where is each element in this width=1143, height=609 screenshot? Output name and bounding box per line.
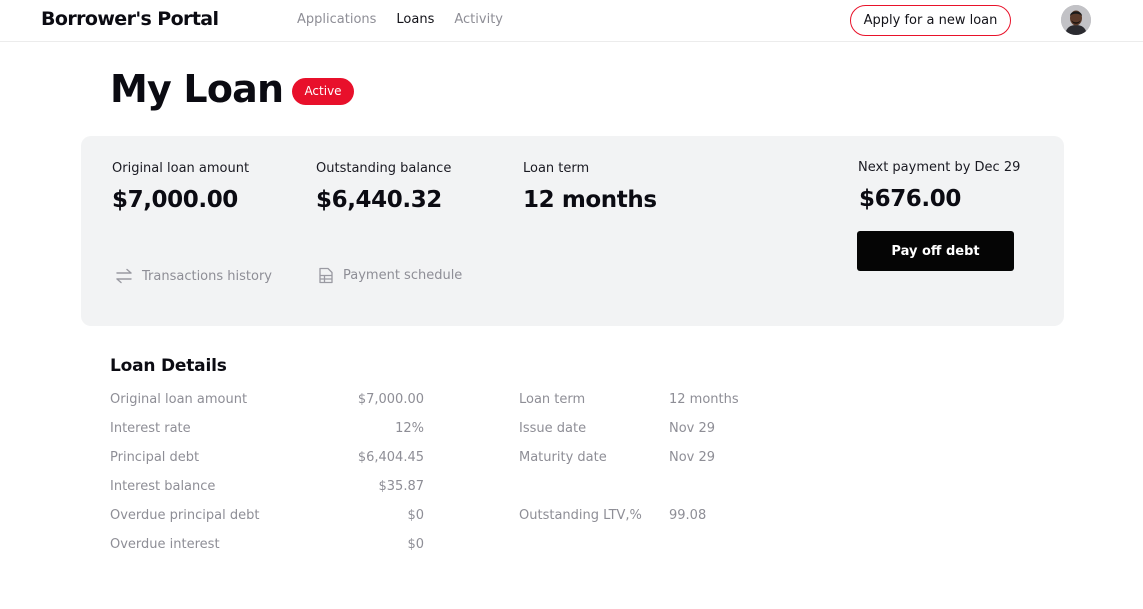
detail-label: Overdue interest xyxy=(110,537,220,552)
payment-schedule-label: Payment schedule xyxy=(343,268,463,283)
loan-summary-card: Original loan amount $7,000.00 Outstandi… xyxy=(81,136,1064,326)
detail-row: Principal debt $6,404.45 xyxy=(110,450,424,470)
detail-value: Nov 29 xyxy=(669,450,716,465)
user-avatar-icon[interactable] xyxy=(1061,5,1091,35)
main-nav: Applications Loans Activity xyxy=(297,12,503,27)
original-amount-value: $7,000.00 xyxy=(112,187,238,213)
detail-value: $0 xyxy=(407,537,424,552)
nav-link-applications[interactable]: Applications xyxy=(297,12,376,27)
detail-row: Interest balance $35.87 xyxy=(110,479,424,499)
transactions-history-label: Transactions history xyxy=(142,268,272,284)
detail-label: Loan term xyxy=(519,392,586,407)
detail-label: Maturity date xyxy=(519,450,607,465)
detail-value: $7,000.00 xyxy=(357,392,424,407)
nav-link-activity[interactable]: Activity xyxy=(454,12,503,27)
detail-row: Overdue principal debt $0 xyxy=(110,508,424,528)
detail-value: Nov 29 xyxy=(669,421,716,436)
transactions-history-link[interactable]: Transactions history xyxy=(115,268,272,284)
detail-row: Interest rate 12% xyxy=(110,421,424,441)
arrows-exchange-icon xyxy=(115,268,133,284)
detail-row: Loan term 12 months xyxy=(519,392,779,412)
loan-details-title: Loan Details xyxy=(110,356,227,376)
detail-label: Interest rate xyxy=(110,421,191,436)
detail-label: Principal debt xyxy=(110,450,200,465)
loan-term-label: Loan term xyxy=(523,161,590,176)
detail-row: Outstanding LTV,% 99.08 xyxy=(519,508,779,528)
status-badge: Active xyxy=(292,78,354,105)
document-icon xyxy=(318,267,334,284)
original-amount-label: Original loan amount xyxy=(112,161,250,176)
detail-value: 12 months xyxy=(669,392,739,407)
brand-logo[interactable]: Borrower's Portal xyxy=(41,8,219,30)
detail-row: Overdue interest $0 xyxy=(110,537,424,557)
payment-schedule-link[interactable]: Payment schedule xyxy=(318,267,462,284)
detail-label: Outstanding LTV,% xyxy=(519,508,642,523)
detail-value: $35.87 xyxy=(378,479,425,494)
next-payment-label: Next payment by Dec 29 xyxy=(858,160,1021,175)
detail-label: Issue date xyxy=(519,421,587,436)
detail-label: Interest balance xyxy=(110,479,216,494)
detail-value: $6,404.45 xyxy=(357,450,424,465)
detail-label: Overdue principal debt xyxy=(110,508,260,523)
outstanding-balance-label: Outstanding balance xyxy=(316,161,452,176)
detail-value: $0 xyxy=(407,508,424,523)
page-title: My Loan xyxy=(110,67,284,111)
nav-link-loans[interactable]: Loans xyxy=(396,12,434,27)
next-payment-value: $676.00 xyxy=(859,186,961,212)
detail-row: Issue date Nov 29 xyxy=(519,421,779,441)
detail-row: Original loan amount $7,000.00 xyxy=(110,392,424,412)
detail-value: 12% xyxy=(395,421,424,436)
pay-off-debt-button[interactable]: Pay off debt xyxy=(857,231,1014,271)
outstanding-balance-value: $6,440.32 xyxy=(316,187,442,213)
top-navigation-bar: Borrower's Portal Applications Loans Act… xyxy=(0,0,1143,42)
apply-new-loan-button[interactable]: Apply for a new loan xyxy=(850,5,1011,36)
detail-label: Original loan amount xyxy=(110,392,248,407)
detail-row: Maturity date Nov 29 xyxy=(519,450,779,470)
detail-value: 99.08 xyxy=(669,508,707,523)
loan-term-value: 12 months xyxy=(523,187,657,213)
